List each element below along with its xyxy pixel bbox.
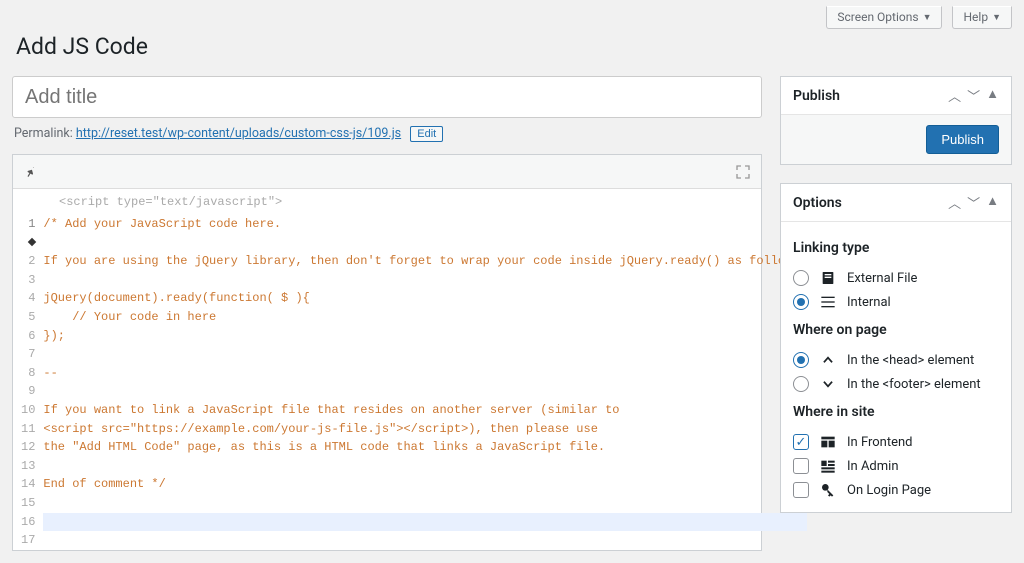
where-in-site-title: Where in site	[793, 404, 999, 420]
permalink-row: Permalink: http://reset.test/wp-content/…	[12, 118, 762, 154]
external-file-label: External File	[847, 271, 917, 286]
radio-external-file[interactable]	[793, 270, 809, 286]
edit-permalink-button[interactable]: Edit	[410, 126, 443, 142]
chevron-up-icon[interactable]: ︿	[948, 193, 961, 212]
page-title: Add JS Code	[0, 29, 1024, 76]
permalink-url[interactable]: http://reset.test/wp-content/uploads/cus…	[76, 126, 401, 141]
radio-head[interactable]	[793, 352, 809, 368]
code-editor: <script type="text/javascript"> 12345678…	[12, 154, 762, 551]
help-label: Help	[963, 10, 988, 24]
options-panel-title: Options	[793, 195, 842, 211]
login-label: On Login Page	[847, 483, 931, 498]
caret-up-icon[interactable]: ▲	[986, 86, 999, 105]
radio-footer[interactable]	[793, 376, 809, 392]
check-admin[interactable]	[793, 458, 809, 474]
external-file-icon	[819, 270, 837, 286]
screen-options-button[interactable]: Screen Options ▼	[826, 6, 942, 29]
publish-panel: Publish ︿ ﹀ ▲ Publish	[780, 76, 1012, 165]
caret-up-icon[interactable]: ▲	[986, 193, 999, 212]
chevron-up-icon[interactable]: ︿	[948, 86, 961, 105]
frontend-label: In Frontend	[847, 435, 913, 450]
options-panel: Options ︿ ﹀ ▲ Linking type External File	[780, 183, 1012, 513]
permalink-label: Permalink:	[14, 126, 73, 141]
post-title-input[interactable]	[12, 76, 762, 118]
chevron-down-icon	[819, 377, 837, 391]
script-tag-label: <script type="text/javascript">	[13, 189, 761, 215]
head-label: In the <head> element	[847, 353, 974, 368]
frontend-icon	[819, 435, 837, 449]
help-button[interactable]: Help ▼	[952, 6, 1012, 29]
publish-button[interactable]: Publish	[926, 125, 999, 154]
chevron-down-icon[interactable]: ﹀	[967, 86, 980, 105]
linking-type-title: Linking type	[793, 240, 999, 256]
chevron-down-icon: ▼	[923, 12, 932, 23]
expand-icon[interactable]	[735, 164, 751, 180]
admin-label: In Admin	[847, 459, 899, 474]
chevron-down-icon[interactable]: ﹀	[967, 193, 980, 212]
pin-icon[interactable]	[23, 165, 37, 179]
chevron-up-icon	[819, 353, 837, 367]
screen-options-label: Screen Options	[837, 10, 918, 24]
check-frontend[interactable]: ✓	[793, 434, 809, 450]
radio-internal[interactable]	[793, 294, 809, 310]
internal-icon	[819, 295, 837, 309]
publish-panel-title: Publish	[793, 88, 840, 104]
line-gutter: 1234567891011121314151617	[13, 215, 43, 550]
check-login[interactable]	[793, 482, 809, 498]
admin-icon	[819, 459, 837, 473]
internal-label: Internal	[847, 295, 891, 310]
footer-label: In the <footer> element	[847, 377, 981, 392]
key-icon	[819, 482, 837, 498]
chevron-down-icon: ▼	[992, 12, 1001, 23]
where-on-page-title: Where on page	[793, 322, 999, 338]
code-content[interactable]: /* Add your JavaScript code here. If you…	[43, 215, 814, 550]
